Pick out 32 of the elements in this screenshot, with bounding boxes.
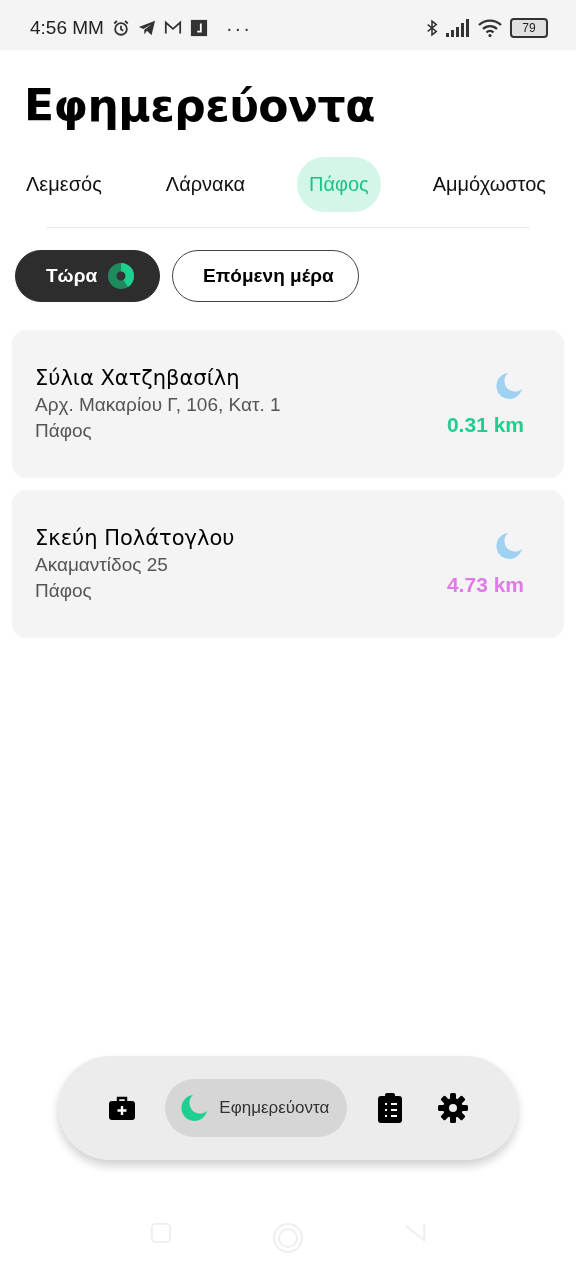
distance-text: 4.73 km [446,573,524,597]
signal-icon [446,19,470,37]
pharmacy-city: Πάφος [35,420,93,442]
city-tab[interactable]: Λάρνακα [153,157,257,212]
pharmacy-address: Ακαμαντίδος 25 [35,554,169,576]
pharmacy-card[interactable]: Σκεύη Πολάτογλου Ακαμαντίδος 25 Πάφος 4.73 km [12,490,564,638]
status-time: 4:56 MM [30,17,104,39]
medical-kit-icon [108,1094,136,1122]
bluetooth-icon [426,18,438,38]
paper-plane-icon [137,19,156,37]
pharmacy-name: Σκεύη Πολάτογλου [35,526,235,550]
moon-icon [179,1093,210,1123]
clipboard-icon [376,1093,403,1123]
app-icon [189,19,208,37]
moon-icon [494,531,524,561]
city-tab[interactable]: Αμμόχωστος [420,157,558,212]
more-indicator: ··· [225,16,252,40]
moon-icon [494,371,524,401]
page-title: Εφημερεύοντα [24,80,376,131]
pharmacy-city: Πάφος [35,580,93,602]
pharmacy-address: Αρχ. Μακαρίου Γ, 106, Κατ. 1 [35,394,281,416]
pharmacy-name: Σύλια Χατζηβασίλη [35,366,241,390]
pie-clock-icon [107,262,136,290]
alarm-clock-icon [111,19,130,37]
wifi-icon [478,19,502,37]
distance-text: 0.31 km [446,413,524,437]
filter-chip[interactable]: Επόμενη μέρα [172,250,359,302]
filter-chip[interactable]: Τώρα [15,250,161,302]
battery-level: 79 [522,21,536,35]
pharmacy-card[interactable]: Σύλια Χατζηβασίλη Αρχ. Μακαρίου Γ, 106, Κατ. 1 Πάφος 0.31 km [12,330,564,478]
nav-tab[interactable]: Εφημερεύοντα [165,1079,348,1137]
city-tab[interactable]: Λεμεσός [14,157,114,212]
